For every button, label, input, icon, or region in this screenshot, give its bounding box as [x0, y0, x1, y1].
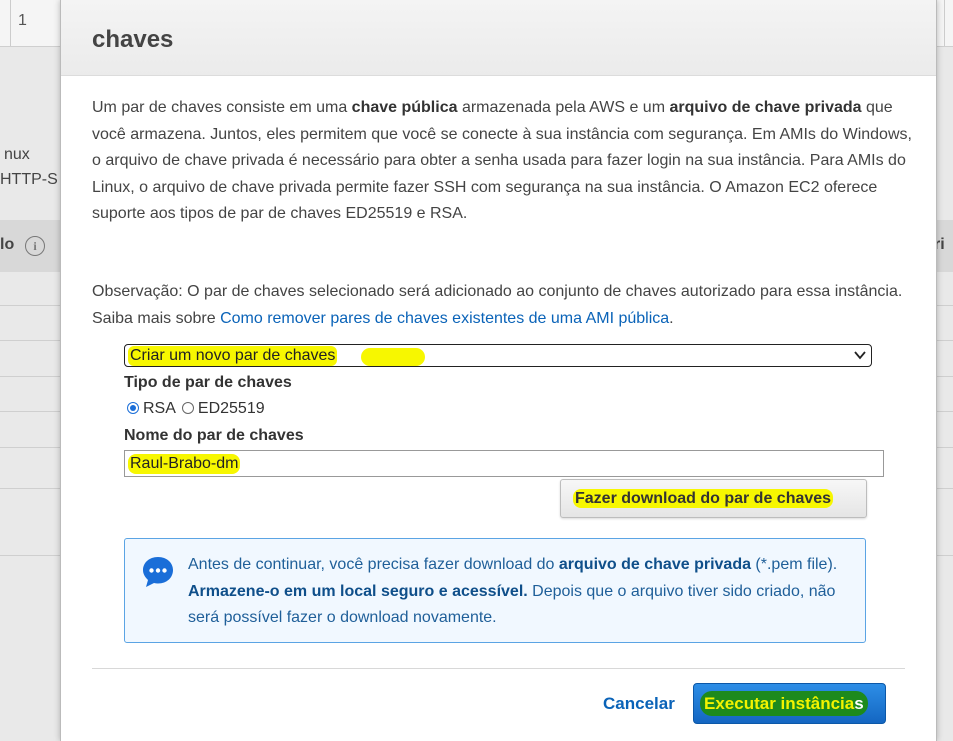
download-info-alert: Antes de continuar, você precisa fazer d…	[124, 538, 866, 643]
download-key-pair-button[interactable]: Fazer download do par de chaves	[560, 479, 867, 518]
key-pair-select-value: Criar um novo par de chaves	[128, 346, 338, 366]
chevron-down-icon	[854, 351, 866, 360]
background-column-divider-right	[944, 0, 945, 46]
background-column-header-left: lo	[0, 236, 15, 253]
key-name-value: Raul-Brabo-dm	[128, 454, 241, 474]
download-info-text: Antes de continuar, você precisa fazer d…	[188, 556, 838, 626]
download-key-pair-label: Fazer download do par de chaves	[573, 489, 834, 508]
key-name-label: Nome do par de chaves	[124, 427, 304, 444]
key-name-input[interactable]: Raul-Brabo-dm	[124, 450, 884, 477]
launch-instances-label: Executar instâncias	[704, 694, 864, 713]
key-pair-select[interactable]: Criar um novo par de chaves	[124, 344, 872, 367]
modal-header: chaves	[61, 0, 936, 76]
cancel-button[interactable]: Cancelar	[603, 694, 675, 714]
modal-title: chaves	[92, 26, 174, 53]
chat-bubble-icon	[143, 557, 173, 587]
remove-keys-help-link[interactable]: Como remover pares de chaves existentes …	[220, 310, 669, 327]
highlight-mark	[361, 348, 425, 366]
background-row-number: 1	[18, 12, 27, 29]
background-text-linux: nux	[4, 146, 30, 163]
radio-rsa[interactable]	[127, 402, 139, 414]
footer-divider	[92, 668, 905, 669]
background-column-divider	[10, 0, 11, 46]
radio-ed25519-label: ED25519	[197, 400, 265, 417]
info-icon: i	[25, 236, 45, 256]
radio-rsa-label: RSA	[143, 400, 176, 417]
key-type-radio-group: RSA ED25519	[127, 400, 271, 418]
background-text-http: HTTP-S	[0, 171, 58, 188]
launch-instances-button[interactable]: Executar instâncias	[693, 683, 886, 724]
key-pair-note: Observação: O par de chaves selecionado …	[92, 283, 903, 327]
radio-ed25519[interactable]	[181, 402, 194, 414]
key-pair-modal: chaves Um par de chaves consiste em uma …	[60, 0, 937, 741]
key-pair-description: Um par de chaves consiste em uma chave p…	[92, 99, 912, 222]
key-type-label: Tipo de par de chaves	[124, 374, 292, 391]
